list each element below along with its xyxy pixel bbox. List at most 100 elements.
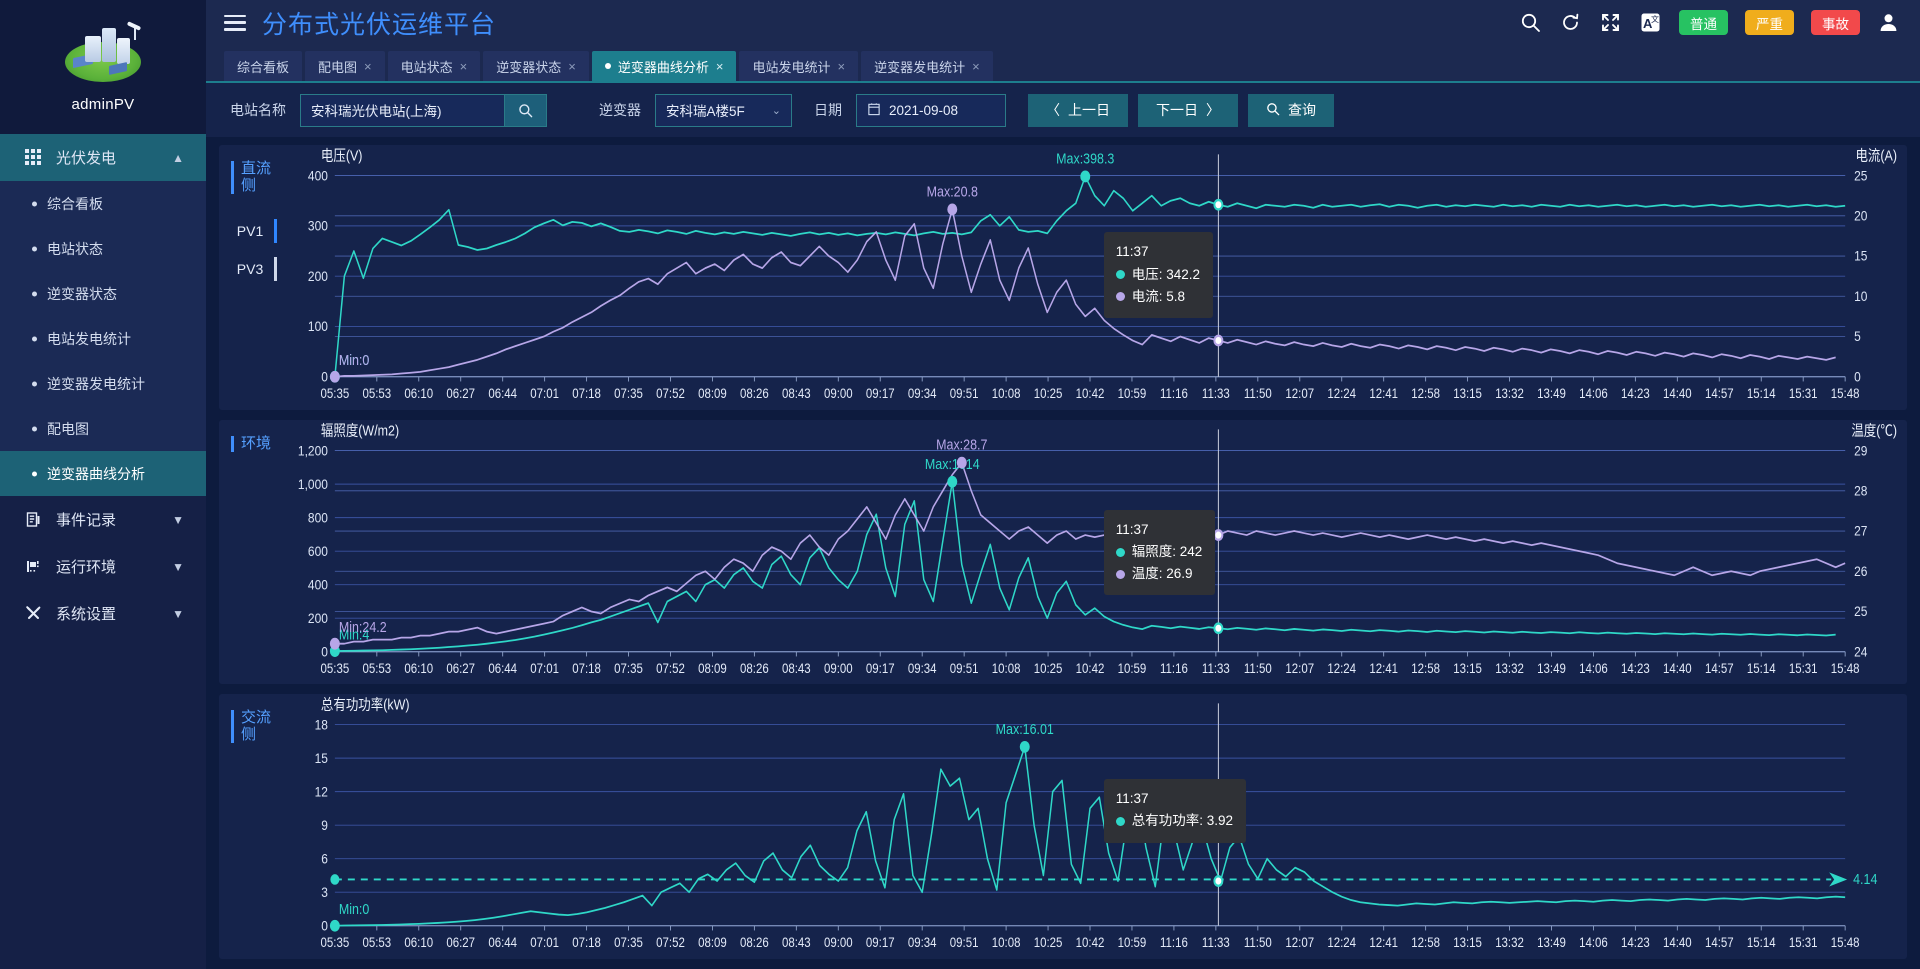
tab-inverter-curve-analysis[interactable]: 逆变器曲线分析 × [591, 51, 737, 81]
status-severe-button[interactable]: 严重 [1745, 10, 1794, 35]
sidebar-group-label-pv: 光伏发电 [56, 150, 117, 167]
close-icon[interactable]: × [568, 59, 576, 74]
pv-tag-pv3[interactable]: PV3 [219, 250, 281, 288]
tab-label: 逆变器发电统计 [874, 59, 966, 75]
tab-inverter-status[interactable]: 逆变器状态 × [483, 51, 589, 81]
sidebar-item-label: 逆变器曲线分析 [47, 465, 145, 482]
sidebar-group-header-environment[interactable]: 运行环境 ▼ [0, 543, 206, 590]
svg-text:11:33: 11:33 [1202, 661, 1230, 676]
station-name-input[interactable] [300, 93, 505, 127]
sidebar-group-header-pv[interactable]: 光伏发电 ▲ [0, 134, 206, 181]
svg-text:07:01: 07:01 [530, 386, 559, 401]
sidebar-item-distribution-diagram[interactable]: 配电图 [0, 406, 206, 451]
hamburger-icon[interactable] [224, 14, 246, 31]
tab-dashboard[interactable]: 综合看板 [224, 51, 303, 81]
prev-arrow-icon: 〈 [1046, 102, 1060, 118]
sidebar-item-dashboard[interactable]: 综合看板 [0, 181, 206, 226]
svg-text:14:06: 14:06 [1579, 661, 1608, 676]
svg-text:13:49: 13:49 [1537, 935, 1566, 950]
prev-day-button[interactable]: 〈 上一日 [1028, 93, 1128, 127]
svg-text:08:43: 08:43 [782, 661, 811, 676]
sidebar-group-settings: 系统设置 ▼ [0, 590, 206, 637]
close-icon[interactable]: × [460, 59, 468, 74]
sidebar-item-station-generation-stats[interactable]: 电站发电统计 [0, 316, 206, 361]
user-avatar-icon[interactable] [1877, 11, 1900, 34]
sidebar-group-header-events[interactable]: 事件记录 ▼ [0, 496, 206, 543]
svg-text:12:41: 12:41 [1369, 386, 1398, 401]
sidebar-item-inverter-curve-analysis[interactable]: 逆变器曲线分析 [0, 451, 206, 496]
svg-text:13:32: 13:32 [1495, 661, 1524, 676]
svg-text:13:15: 13:15 [1453, 386, 1482, 401]
close-icon[interactable]: × [364, 59, 372, 74]
main-area: 分布式光伏运维平台 A 文 普通 严重 事故 综合看板 配电图 × 电站状态 ×… [206, 0, 1920, 969]
svg-text:Max:1014: Max:1014 [925, 456, 980, 472]
sidebar-item-inverter-generation-stats[interactable]: 逆变器发电统计 [0, 361, 206, 406]
svg-text:12:41: 12:41 [1369, 661, 1398, 676]
close-icon[interactable]: × [716, 59, 724, 74]
chart-side-ac: 交流侧 [219, 694, 281, 959]
pv-selector-list: PV1 PV3 [219, 212, 281, 288]
svg-text:08:09: 08:09 [698, 935, 727, 950]
fullscreen-icon[interactable] [1599, 11, 1622, 34]
date-picker[interactable]: 2021-09-08 [856, 93, 1006, 127]
station-search-button[interactable] [505, 93, 547, 127]
sidebar-item-station-status[interactable]: 电站状态 [0, 226, 206, 271]
sidebar-item-label: 电站发电统计 [47, 330, 131, 347]
sidebar-group-label-environment: 运行环境 [56, 559, 117, 576]
sidebar-group-label-events: 事件记录 [56, 512, 117, 529]
active-tab-dot-icon [604, 63, 611, 69]
refresh-icon[interactable] [1559, 11, 1582, 34]
close-icon[interactable]: × [837, 59, 845, 74]
tab-label: 电站状态 [400, 59, 453, 75]
sidebar-item-label: 逆变器状态 [47, 285, 117, 302]
search-icon[interactable] [1519, 11, 1542, 34]
status-normal-button[interactable]: 普通 [1679, 10, 1728, 35]
svg-text:05:53: 05:53 [362, 661, 391, 676]
svg-text:05:35: 05:35 [321, 935, 350, 950]
translate-icon[interactable]: A 文 [1639, 11, 1662, 34]
plot-ac[interactable]: 0 3 6 9 12 15 18 总有功功率(kW) 05:35 05:53 06:10 06:27 0… [281, 694, 1907, 959]
close-icon[interactable]: × [972, 59, 980, 74]
tab-station-status[interactable]: 电站状态 × [387, 51, 481, 81]
svg-text:14:06: 14:06 [1579, 935, 1608, 950]
tab-distribution-diagram[interactable]: 配电图 × [305, 51, 385, 81]
svg-text:20: 20 [1854, 208, 1867, 224]
sidebar-group-header-settings[interactable]: 系统设置 ▼ [0, 590, 206, 637]
svg-text:11:16: 11:16 [1160, 935, 1188, 950]
plot-dc[interactable]: 0 100 200 300 400 0 5 10 15 20 25 电压(V) 电流(A) 05:35 05… [281, 145, 1907, 410]
svg-text:Min:24.2: Min:24.2 [339, 619, 387, 635]
svg-text:09:00: 09:00 [824, 661, 853, 676]
svg-text:300: 300 [308, 218, 328, 234]
status-accident-button[interactable]: 事故 [1811, 10, 1860, 35]
svg-text:11:16: 11:16 [1160, 386, 1188, 401]
svg-text:10:59: 10:59 [1118, 935, 1147, 950]
svg-text:14:23: 14:23 [1621, 935, 1650, 950]
next-arrow-icon: 〉 [1206, 102, 1220, 118]
inverter-select[interactable]: 安科瑞A楼5F ⌄ [655, 93, 792, 127]
tools-icon [22, 605, 44, 622]
query-button[interactable]: 查询 [1248, 93, 1334, 127]
pv-tag-pv1[interactable]: PV1 [219, 212, 281, 250]
svg-text:0: 0 [321, 918, 328, 934]
svg-text:总有功功率(kW): 总有功功率(kW) [321, 696, 410, 713]
tab-inverter-generation-stats[interactable]: 逆变器发电统计 × [861, 51, 993, 81]
svg-text:Max:20.8: Max:20.8 [927, 183, 978, 199]
svg-text:12:07: 12:07 [1285, 386, 1314, 401]
svg-text:12: 12 [315, 784, 328, 800]
plot-environment[interactable]: 0 200 400 600 800 1,000 1,200 24 25 26 27 28 29 辐照度(W… [281, 420, 1907, 685]
svg-text:06:27: 06:27 [446, 386, 475, 401]
svg-text:15: 15 [1854, 248, 1867, 264]
svg-text:10: 10 [1854, 288, 1867, 304]
sidebar-item-inverter-status[interactable]: 逆变器状态 [0, 271, 206, 316]
svg-text:11:50: 11:50 [1244, 661, 1272, 676]
chart-panel-title-environment: 环境 [231, 435, 271, 453]
chevron-down-icon: ▼ [172, 559, 184, 574]
chart-card-ac: 交流侧 0 3 6 9 12 15 18 总有功功率(kW) 05:35 05:53 06:10 06… [219, 694, 1907, 960]
tab-station-generation-stats[interactable]: 电站发电统计 × [739, 51, 859, 81]
svg-text:08:09: 08:09 [698, 661, 727, 676]
sidebar-group-label-settings: 系统设置 [56, 606, 117, 623]
svg-text:9: 9 [321, 817, 328, 833]
search-icon [1266, 102, 1280, 119]
calendar-icon [867, 102, 881, 119]
next-day-button[interactable]: 下一日 〉 [1138, 93, 1238, 127]
